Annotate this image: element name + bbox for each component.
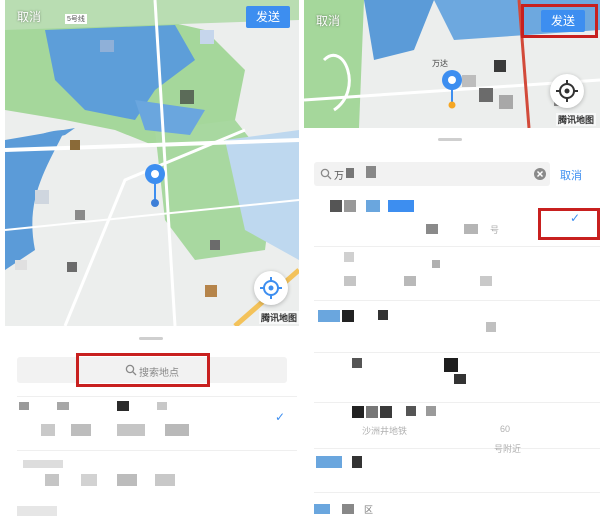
list-item-address: 号: [490, 225, 500, 235]
left-screen: 5号线 腾讯地图 取消 发送 搜索地点 ✓: [5, 0, 299, 518]
list-item-address: 区: [364, 505, 374, 515]
locate-button[interactable]: [254, 271, 288, 305]
list-divider: [17, 450, 297, 451]
list-divider: [17, 396, 297, 397]
annotation-box-check: [538, 208, 600, 240]
search-query[interactable]: 万: [334, 167, 344, 182]
locate-icon: [556, 80, 578, 102]
check-icon: ✓: [275, 410, 286, 424]
annotation-box-search: [76, 353, 210, 387]
list-divider: [314, 402, 600, 403]
send-button[interactable]: 发送: [246, 6, 290, 28]
list-item-number: 60: [500, 424, 511, 434]
list-item[interactable]: 沙洲井地铁 60: [304, 404, 600, 444]
tencent-map-logo: 腾讯地图: [556, 113, 597, 126]
location-pin-icon: [442, 70, 462, 109]
list-divider: [314, 352, 600, 353]
list-item[interactable]: [304, 354, 600, 402]
check-icon: ✓: [570, 211, 581, 225]
list-divider: [314, 448, 600, 449]
search-icon: [320, 168, 332, 180]
list-item[interactable]: 区: [304, 494, 600, 518]
list-item-address: 沙洲井地铁: [362, 426, 408, 436]
cancel-button[interactable]: 取消: [17, 8, 41, 25]
list-divider: [314, 300, 600, 301]
list-item[interactable]: [17, 506, 57, 516]
drag-handle[interactable]: [438, 138, 462, 141]
drag-handle[interactable]: [139, 337, 163, 340]
list-item[interactable]: [304, 302, 600, 350]
search-bar[interactable]: 万: [314, 162, 550, 186]
search-cancel-button[interactable]: 取消: [560, 167, 582, 183]
clear-icon[interactable]: [533, 167, 547, 181]
list-item[interactable]: [304, 248, 600, 296]
right-screen: 万达 腾讯地图 取消 发送 万 取消 号 ✓ 沙洲井地铁 60 号附近 区: [304, 0, 600, 518]
locate-icon: [260, 277, 282, 299]
locate-button[interactable]: [550, 74, 584, 108]
list-divider: [314, 492, 600, 493]
list-item[interactable]: [5, 452, 299, 500]
annotation-box-send: [521, 4, 598, 38]
list-divider: [314, 246, 600, 247]
location-pin-icon: [145, 164, 165, 207]
list-item[interactable]: 号附近: [304, 444, 600, 490]
cancel-button[interactable]: 取消: [316, 12, 340, 29]
map-line-label: 5号线: [65, 14, 87, 24]
list-item[interactable]: ✓: [5, 398, 299, 446]
list-item-address: 号附近: [494, 444, 522, 454]
map-view[interactable]: 5号线 腾讯地图: [5, 0, 299, 326]
tencent-map-logo: 腾讯地图: [259, 311, 299, 324]
